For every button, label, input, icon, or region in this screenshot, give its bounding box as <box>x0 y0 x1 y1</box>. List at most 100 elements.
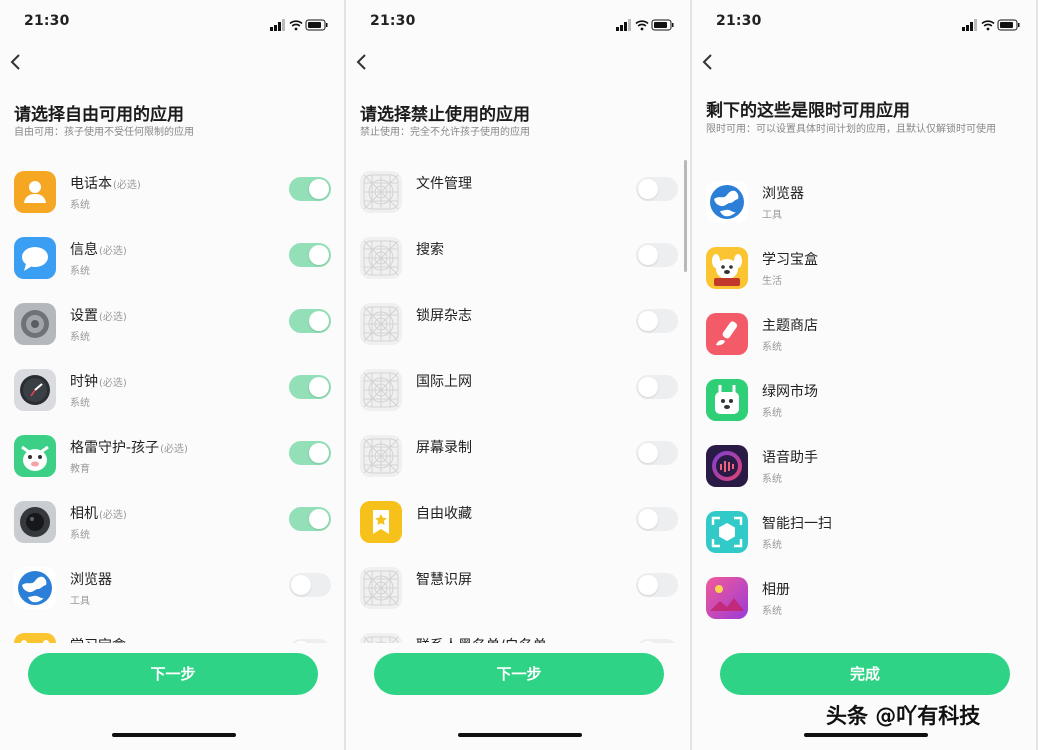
status-time: 21:30 <box>716 13 762 29</box>
app-toggle-switch[interactable] <box>289 375 331 399</box>
app-name: 时钟(必选) <box>70 371 127 391</box>
finish-button[interactable]: 完成 <box>720 653 1010 695</box>
toggle-knob <box>638 575 658 595</box>
app-toggle-switch[interactable] <box>636 309 678 333</box>
next-step-button[interactable]: 下一步 <box>374 653 664 695</box>
app-category: 系统 <box>70 200 90 211</box>
app-name: 语音助手 <box>762 447 819 467</box>
app-toggle-switch[interactable] <box>289 441 331 465</box>
phone-screen: 21:30 请选择禁止使用的应用 禁止使用：完全不允许孩子使用的应用 文件管理搜… <box>346 0 690 750</box>
app-list-item[interactable]: 浏览器 工具 <box>0 553 344 619</box>
app-list-item[interactable]: 时钟(必选) 系统 <box>0 355 344 421</box>
app-name-text: 自由收藏 <box>416 506 472 522</box>
app-list[interactable]: 浏览器 工具 学习宝盒 生活 主题商店 系统 绿网市场 系统 语音助手 系统 智能扫一扫 系统 相册 系统 <box>692 167 1036 643</box>
app-name-text: 设置 <box>70 308 98 324</box>
page-title: 请选择禁止使用的应用 <box>360 105 530 125</box>
app-list[interactable]: 电话本(必选) 系统 信息(必选) 系统 设置(必选) 系统 时钟(必选) 系统 格雷守护-孩子… <box>0 157 344 643</box>
app-category: 系统 <box>70 332 90 343</box>
toggle-knob <box>638 377 658 397</box>
page-subtitle: 自由可用：孩子使用不受任何限制的应用 <box>14 127 194 138</box>
app-name-text: 浏览器 <box>762 186 804 202</box>
app-toggle-switch[interactable] <box>289 639 331 643</box>
toggle-knob <box>291 641 311 643</box>
app-name-text: 相机 <box>70 506 98 522</box>
app-toggle-switch[interactable] <box>636 441 678 465</box>
app-list-item[interactable]: 绿网市场 系统 <box>692 365 1036 431</box>
wifi-icon <box>635 20 649 27</box>
app-list-item[interactable]: 联系人黑名单/白名单 <box>346 619 690 643</box>
back-arrow-icon[interactable] <box>352 50 374 74</box>
required-label: (必选) <box>160 444 188 455</box>
status-icons <box>616 16 674 31</box>
app-category: 系统 <box>70 530 90 541</box>
app-category: 系统 <box>762 606 782 617</box>
app-name: 主题商店 <box>762 315 819 335</box>
app-name-text: 浏览器 <box>70 572 112 588</box>
next-step-button[interactable]: 下一步 <box>28 653 318 695</box>
app-list-item[interactable]: 自由收藏 <box>346 487 690 553</box>
app-list-item[interactable]: 搜索 <box>346 223 690 289</box>
watermark: 头条 @吖有科技 <box>826 704 981 728</box>
app-name-text: 学习宝盒 <box>762 252 818 268</box>
app-list-item[interactable]: 锁屏杂志 <box>346 289 690 355</box>
app-list-item[interactable]: 智慧识屏 <box>346 553 690 619</box>
phone-screen: 21:30 请选择自由可用的应用 自由可用：孩子使用不受任何限制的应用 电话本(… <box>0 0 344 750</box>
app-toggle-switch[interactable] <box>636 243 678 267</box>
app-name: 学习宝盒 <box>70 635 127 643</box>
app-list-item[interactable]: 学习宝盒 生活 <box>692 233 1036 299</box>
app-name: 屏幕录制 <box>416 437 473 457</box>
page-title: 请选择自由可用的应用 <box>14 105 184 125</box>
app-name: 搜索 <box>416 239 445 259</box>
app-name-text: 主题商店 <box>762 318 818 334</box>
app-list-item[interactable]: 智能扫一扫 系统 <box>692 497 1036 563</box>
toggle-knob <box>638 311 658 331</box>
app-toggle-switch[interactable] <box>636 573 678 597</box>
app-list-item[interactable]: 屏幕录制 <box>346 421 690 487</box>
smart-scan-icon <box>706 511 748 553</box>
app-list-item[interactable]: 文件管理 <box>346 157 690 223</box>
app-toggle-switch[interactable] <box>636 375 678 399</box>
toggle-knob <box>638 179 658 199</box>
required-label: (必选) <box>99 510 127 521</box>
app-list-item[interactable]: 学习宝盒 <box>0 619 344 643</box>
app-name: 绿网市场 <box>762 381 819 401</box>
app-list-item[interactable]: 相机(必选) 系统 <box>0 487 344 553</box>
app-name-text: 文件管理 <box>416 176 472 192</box>
app-list-item[interactable]: 设置(必选) 系统 <box>0 289 344 355</box>
app-name-text: 联系人黑名单/白名单 <box>416 638 547 643</box>
app-category: 系统 <box>762 342 782 353</box>
back-arrow-icon[interactable] <box>698 50 720 74</box>
app-name: 国际上网 <box>416 371 473 391</box>
app-name: 设置(必选) <box>70 305 127 325</box>
app-toggle-switch[interactable] <box>289 177 331 201</box>
app-category: 工具 <box>762 210 782 221</box>
back-arrow-icon[interactable] <box>6 50 28 74</box>
app-list-item[interactable]: 电话本(必选) 系统 <box>0 157 344 223</box>
app-list-item[interactable]: 相册 系统 <box>692 563 1036 629</box>
app-toggle-switch[interactable] <box>289 573 331 597</box>
app-list-item[interactable]: 主题商店 系统 <box>692 299 1036 365</box>
toggle-knob <box>309 245 329 265</box>
signal-icon <box>616 19 631 31</box>
app-name-text: 相册 <box>762 582 790 598</box>
status-bar: 21:30 <box>0 0 344 44</box>
app-toggle-switch[interactable] <box>636 639 678 643</box>
app-toggle-switch[interactable] <box>289 309 331 333</box>
list-scrollbar[interactable] <box>684 160 687 272</box>
app-toggle-switch[interactable] <box>636 507 678 531</box>
toggle-knob <box>309 377 329 397</box>
app-list-item[interactable]: 格雷守护-孩子(必选) 教育 <box>0 421 344 487</box>
app-toggle-switch[interactable] <box>289 507 331 531</box>
toggle-knob <box>638 245 658 265</box>
app-list-item[interactable]: 信息(必选) 系统 <box>0 223 344 289</box>
photo-album-icon <box>706 577 748 619</box>
app-list-item[interactable]: 浏览器 工具 <box>692 167 1036 233</box>
required-label: (必选) <box>99 246 127 257</box>
app-list[interactable]: 文件管理搜索锁屏杂志国际上网屏幕录制自由收藏智慧识屏联系人黑名单/白名单 <box>346 157 690 643</box>
app-toggle-switch[interactable] <box>289 243 331 267</box>
app-list-item[interactable]: 国际上网 <box>346 355 690 421</box>
app-list-item[interactable]: 语音助手 系统 <box>692 431 1036 497</box>
app-name: 信息(必选) <box>70 239 127 259</box>
placeholder-app-icon <box>360 633 402 643</box>
app-toggle-switch[interactable] <box>636 177 678 201</box>
